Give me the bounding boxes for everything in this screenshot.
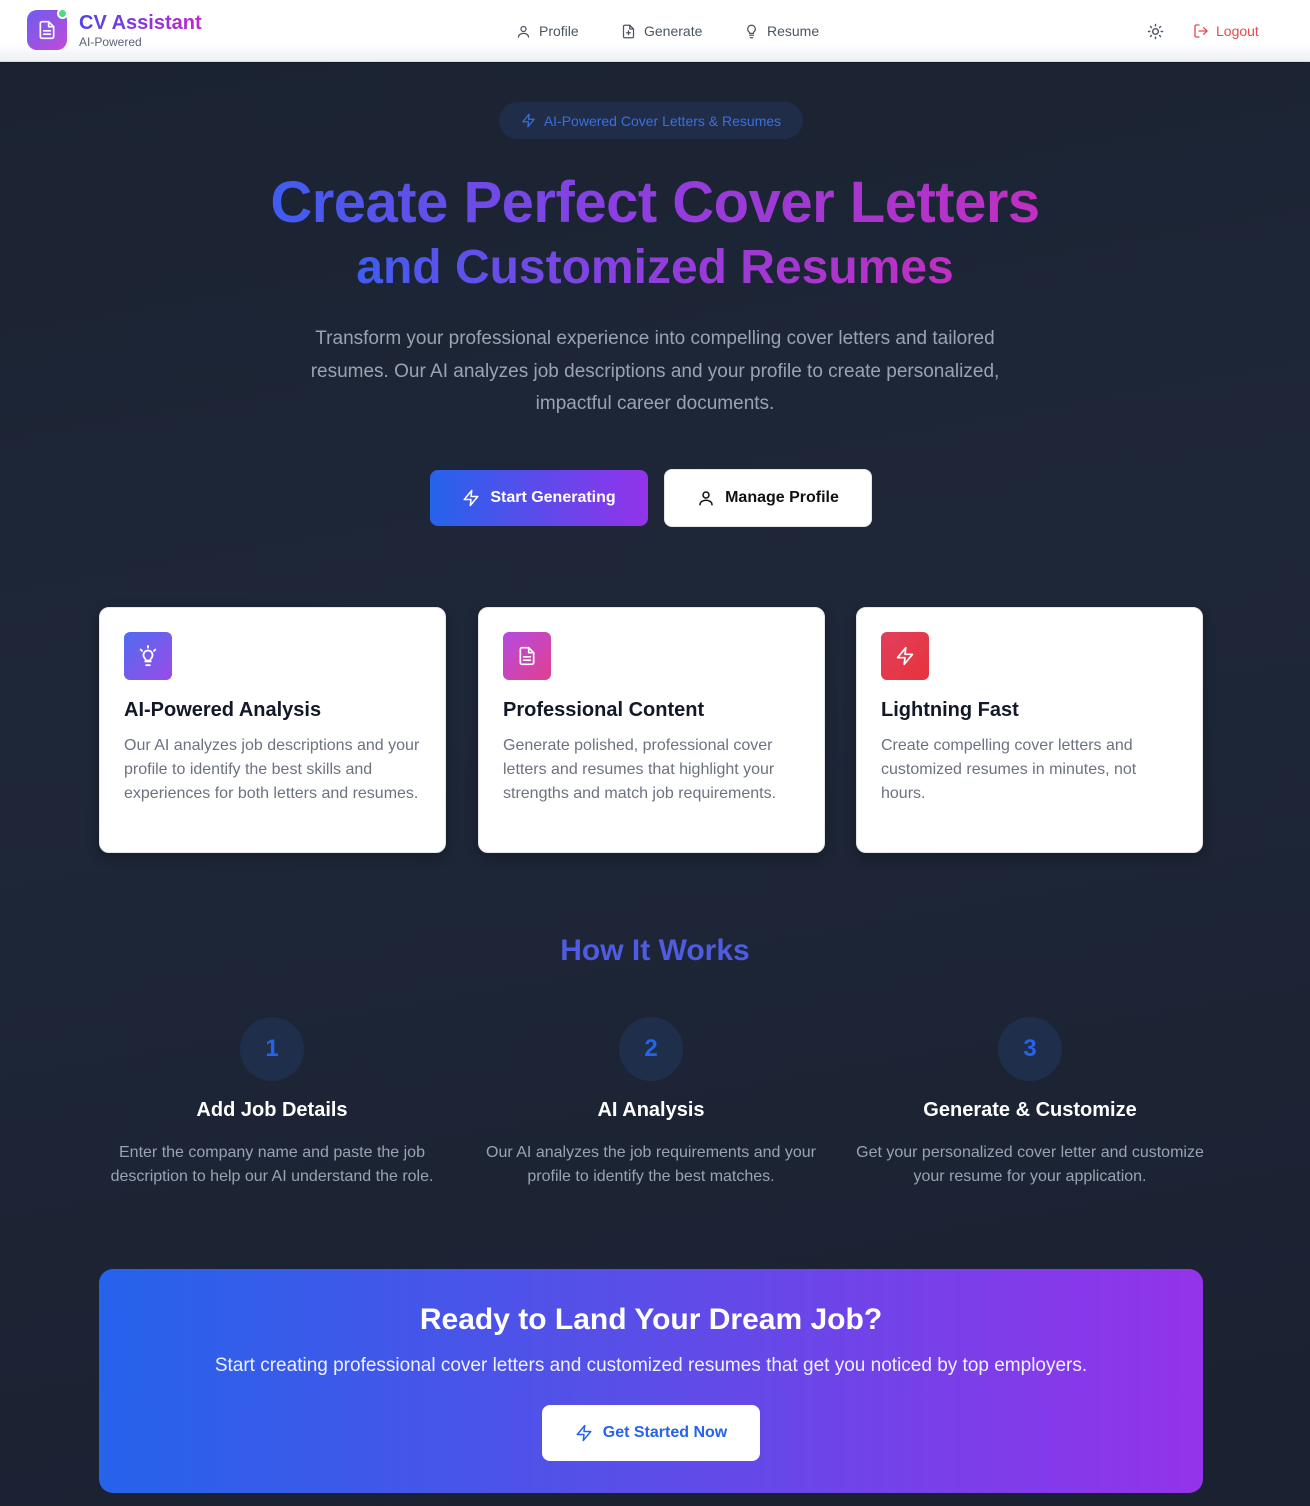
hero-title-line2: and Customized Resumes (0, 240, 1310, 296)
theme-toggle-button[interactable] (1144, 20, 1166, 42)
document-icon (519, 646, 535, 666)
online-status-dot (57, 8, 68, 19)
document-icon (39, 20, 55, 40)
sun-icon (1147, 23, 1163, 39)
lightbulb-icon (139, 645, 157, 667)
nav-profile[interactable]: Profile (516, 20, 579, 42)
nav-profile-label: Profile (539, 23, 579, 39)
hero-title-line1: Create Perfect Cover Letters (0, 170, 1310, 236)
logout-label: Logout (1216, 23, 1259, 39)
lightning-icon (576, 1424, 592, 1442)
start-generating-label: Start Generating (490, 489, 616, 506)
lightning-icon (463, 489, 479, 507)
file-plus-icon (622, 24, 635, 38)
step-description: Enter the company name and paste the job… (110, 1144, 434, 1185)
feature-description: Create compelling cover letters and cust… (881, 737, 1137, 802)
feature-icon-box (124, 632, 172, 680)
nav-resume-label: Resume (767, 23, 820, 39)
feature-title: Professional Content (503, 699, 705, 721)
feature-title: Lightning Fast (881, 699, 1019, 721)
cta-description: Start creating professional cover letter… (214, 1355, 1088, 1376)
manage-profile-button[interactable]: Manage Profile (664, 469, 872, 527)
logout-button[interactable]: Logout (1193, 20, 1259, 42)
top-navbar: CV Assistant AI-Powered Profile Generate… (0, 0, 1310, 62)
hero-description: Transform your professional experience i… (310, 328, 1000, 414)
hero-badge: AI-Powered Cover Letters & Resumes (499, 102, 803, 139)
feature-card-fast: Lightning Fast Create compelling cover l… (856, 607, 1203, 853)
how-it-works-title: How It Works (560, 934, 750, 967)
main-content: AI-Powered Cover Letters & Resumes Creat… (0, 63, 1310, 1506)
feature-icon-box (503, 632, 551, 680)
step-description: Our AI analyzes the job requirements and… (486, 1144, 816, 1185)
feature-icon-box (881, 632, 929, 680)
nav-resume[interactable]: Resume (744, 20, 819, 42)
hero-subtitle-text: and Customized Resumes (356, 241, 954, 294)
step-description: Get your personalized cover letter and c… (856, 1144, 1204, 1185)
feature-card-content: Professional Content Generate polished, … (478, 607, 825, 853)
step-title: AI Analysis (597, 1099, 705, 1121)
user-icon (517, 25, 530, 38)
brand-title[interactable]: CV Assistant (79, 12, 202, 35)
lightning-icon (522, 113, 535, 128)
brand-subtitle: AI-Powered (79, 35, 142, 49)
cta-banner: Ready to Land Your Dream Job? Start crea… (99, 1269, 1203, 1493)
get-started-button[interactable]: Get Started Now (542, 1405, 760, 1461)
lightbulb-icon (747, 24, 756, 38)
start-generating-button[interactable]: Start Generating (430, 470, 648, 526)
hero-title-text: Create Perfect Cover Letters (270, 170, 1040, 235)
get-started-label: Get Started Now (602, 1424, 728, 1441)
hero-badge-label: AI-Powered Cover Letters & Resumes (543, 112, 782, 129)
feature-description: Generate polished, professional cover le… (503, 737, 777, 802)
nav-generate[interactable]: Generate (621, 20, 702, 42)
user-icon (699, 491, 713, 506)
nav-generate-label: Generate (644, 23, 703, 39)
step-number-badge: 2 (619, 1017, 683, 1081)
feature-title: AI-Powered Analysis (124, 699, 322, 721)
step-number-badge: 3 (998, 1017, 1062, 1081)
cta-title: Ready to Land Your Dream Job? (419, 1303, 883, 1336)
step-number-badge: 1 (240, 1017, 304, 1081)
feature-card-analysis: AI-Powered Analysis Our AI analyzes job … (99, 607, 446, 853)
manage-profile-label: Manage Profile (725, 489, 839, 506)
step-title: Generate & Customize (923, 1099, 1137, 1121)
feature-description: Our AI analyzes job descriptions and you… (124, 737, 420, 802)
logout-icon (1194, 24, 1208, 38)
step-title: Add Job Details (196, 1099, 348, 1121)
lightning-icon (896, 646, 914, 666)
